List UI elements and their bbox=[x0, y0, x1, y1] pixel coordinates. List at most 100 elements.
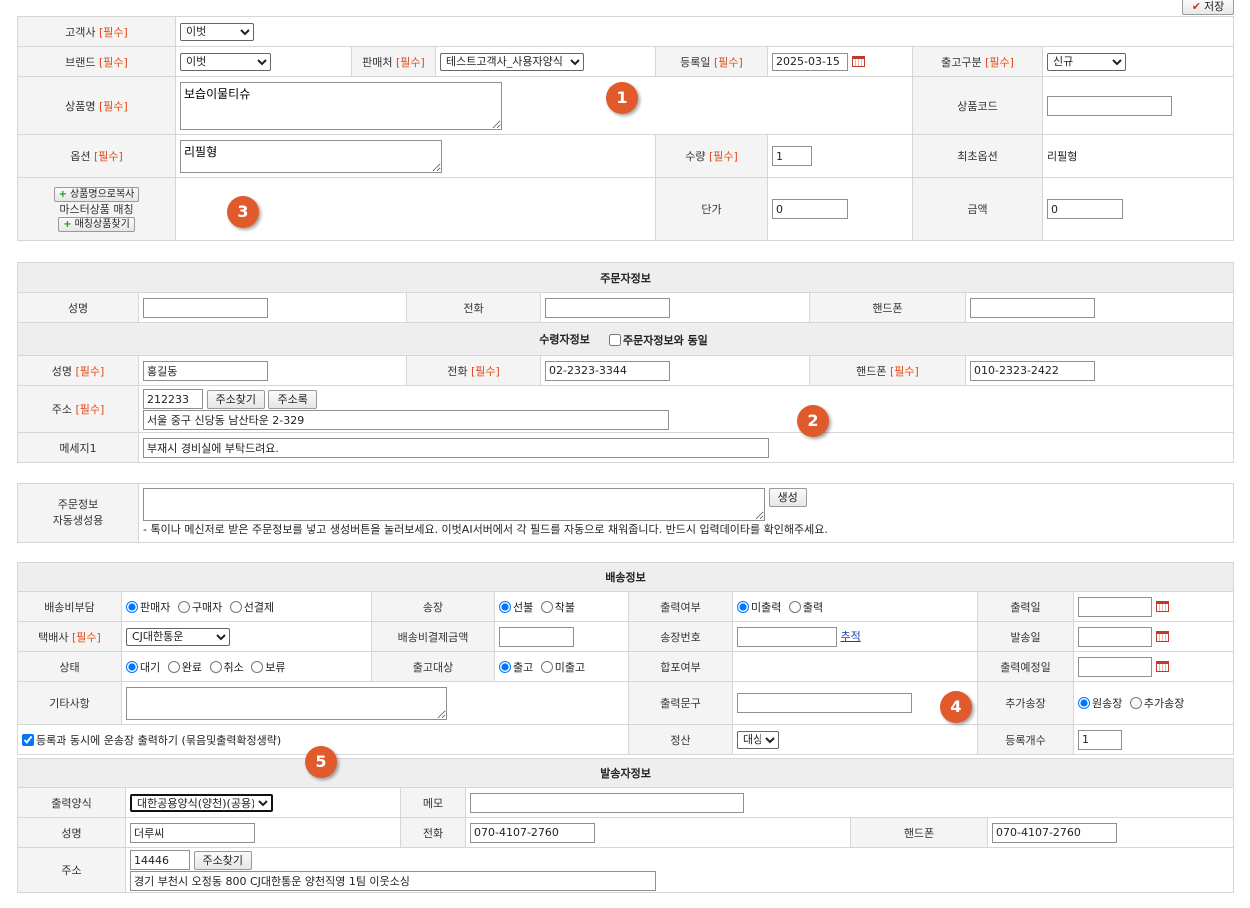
fee-amount-label: 배송비결제금액 bbox=[371, 621, 495, 652]
track-link[interactable]: 추적 bbox=[841, 630, 861, 643]
option-textarea[interactable]: 리필형 bbox=[180, 139, 442, 173]
check-icon: ✔ bbox=[1191, 0, 1201, 13]
sender-name-input[interactable] bbox=[130, 822, 255, 843]
first-option-value: 리필형 bbox=[1041, 134, 1235, 178]
outtype-select[interactable]: 신규 bbox=[1047, 52, 1126, 71]
auto-print-checkbox[interactable]: 등록과 동시에 운송장 출력하기 (묶음및출력확정생략) bbox=[22, 732, 281, 748]
option-label: 옵션 [필수] bbox=[17, 134, 176, 178]
autogen-generate-button[interactable]: 생성 bbox=[768, 487, 807, 507]
orderer-phone-label: 전화 bbox=[406, 292, 541, 323]
out-target-radio-group: 출고 미출고 bbox=[494, 651, 629, 682]
plus-icon: + bbox=[58, 188, 67, 200]
reg-count-input[interactable] bbox=[1078, 729, 1122, 750]
autogen-form: 주문정보 자동생성용 생성 - 톡이나 메신저로 받은 주문정보를 넣고 생성버튼… bbox=[17, 483, 1234, 543]
extra-radio-additional[interactable]: 추가송장 bbox=[1129, 695, 1184, 711]
receiver-name-label: 성명 [필수] bbox=[17, 355, 139, 386]
master-match-cell: + 상품명으로복사 마스터상품 매칭 + 매칭상품찾기 bbox=[17, 177, 176, 241]
brand-select[interactable]: 이벗 bbox=[180, 52, 271, 71]
fee-radio-seller[interactable]: 판매자 bbox=[126, 599, 170, 615]
print-radio-group: 미출력 출력 bbox=[732, 591, 978, 622]
sender-mobile-input[interactable] bbox=[992, 822, 1117, 843]
receiver-msg-input[interactable] bbox=[143, 437, 769, 458]
status-radio-waiting[interactable]: 대기 bbox=[126, 659, 160, 675]
product-code-label: 상품코드 bbox=[912, 76, 1043, 135]
fee-radio-buyer[interactable]: 구매자 bbox=[177, 599, 222, 615]
autogen-hint: - 톡이나 메신저로 받은 주문정보를 넣고 생성버튼을 눌러보세요. 이벗AI… bbox=[143, 522, 828, 536]
invoice-radio-prepaid[interactable]: 선불 bbox=[499, 599, 533, 615]
invoice-radio-cod[interactable]: 착불 bbox=[540, 599, 575, 615]
planned-date-input[interactable] bbox=[1078, 656, 1152, 677]
memo-input[interactable] bbox=[470, 792, 744, 813]
sender-phone-input[interactable] bbox=[470, 822, 595, 843]
send-date-input[interactable] bbox=[1078, 626, 1152, 647]
receiver-addr-find-button[interactable]: 주소찾기 bbox=[206, 389, 265, 409]
settle-label: 정산 bbox=[628, 724, 733, 755]
memo-label: 메모 bbox=[400, 787, 466, 818]
amount-input[interactable] bbox=[1047, 199, 1123, 219]
seller-select[interactable]: 테스트고객사_사용자양식 bbox=[440, 52, 584, 71]
qty-label: 수량 [필수] bbox=[655, 134, 768, 178]
courier-select[interactable]: CJ대한통운 bbox=[126, 627, 230, 646]
annotation-badge-5: 5 bbox=[305, 746, 337, 778]
sender-addr-find-button[interactable]: 주소찾기 bbox=[193, 850, 252, 870]
receiver-addr-book-button[interactable]: 주소록 bbox=[268, 389, 317, 409]
etc-textarea[interactable] bbox=[126, 686, 447, 720]
save-button[interactable]: ✔ 저장 bbox=[1182, 0, 1234, 15]
fee-radio-prepaid[interactable]: 선결제 bbox=[229, 599, 274, 615]
status-radio-cancel[interactable]: 취소 bbox=[209, 659, 244, 675]
calendar-icon[interactable] bbox=[852, 56, 865, 67]
receiver-phone-label: 전화 [필수] bbox=[406, 355, 541, 386]
orderer-mobile-input[interactable] bbox=[970, 297, 1095, 318]
courier-label: 택배사 [필수] bbox=[17, 621, 122, 652]
fee-radio-group: 판매자 구매자 선결제 bbox=[121, 591, 372, 622]
status-radio-hold[interactable]: 보류 bbox=[251, 659, 286, 675]
autogen-textarea[interactable] bbox=[143, 487, 765, 521]
invoice-label: 송장 bbox=[371, 591, 495, 622]
customer-select[interactable]: 이벗 bbox=[180, 22, 254, 41]
receiver-phone-input[interactable] bbox=[545, 360, 670, 381]
sender-addr-input[interactable] bbox=[130, 871, 656, 891]
orderer-name-input[interactable] bbox=[143, 297, 268, 318]
fee-amount-input[interactable] bbox=[499, 626, 574, 647]
product-form: 고객사 [필수] 이벗 브랜드 [필수] 이벗 판매처 [필수] 테스트고객사_… bbox=[17, 16, 1235, 241]
orderer-name-label: 성명 bbox=[17, 292, 139, 323]
calendar-icon[interactable] bbox=[1156, 661, 1169, 672]
print-phrase-input[interactable] bbox=[737, 693, 912, 713]
annotation-badge-1: 1 bbox=[606, 82, 638, 114]
print-radio-printed[interactable]: 출력 bbox=[788, 599, 823, 615]
status-radio-done[interactable]: 완료 bbox=[167, 659, 202, 675]
fee-label: 배송비부담 bbox=[17, 591, 122, 622]
format-select[interactable]: 대한공용양식(양천)(공용) bbox=[130, 793, 273, 812]
regdate-input[interactable] bbox=[772, 52, 848, 71]
product-code-input[interactable] bbox=[1047, 95, 1172, 116]
reg-count-label: 등록개수 bbox=[977, 724, 1074, 755]
extra-invoice-label: 추가송장 bbox=[977, 681, 1074, 725]
customer-label: 고객사 [필수] bbox=[17, 16, 176, 47]
product-name-label: 상품명 [필수] bbox=[17, 76, 176, 135]
settle-select[interactable]: 대상 bbox=[737, 730, 779, 749]
receiver-mobile-input[interactable] bbox=[970, 360, 1095, 381]
receiver-zip-input[interactable] bbox=[143, 389, 203, 409]
receiver-name-input[interactable] bbox=[143, 360, 268, 381]
out-target-radio-out[interactable]: 출고 bbox=[499, 659, 533, 675]
qty-input[interactable] bbox=[772, 146, 812, 166]
print-date-label: 출력일 bbox=[977, 591, 1074, 622]
product-name-textarea[interactable]: 보습이물티슈 bbox=[180, 81, 502, 130]
print-date-input[interactable] bbox=[1078, 596, 1152, 617]
regdate-label: 등록일 [필수] bbox=[655, 46, 768, 77]
print-radio-unprinted[interactable]: 미출력 bbox=[737, 599, 781, 615]
copy-name-button[interactable]: + 상품명으로복사 bbox=[53, 186, 140, 202]
find-match-button[interactable]: + 매칭상품찾기 bbox=[58, 217, 135, 232]
calendar-icon[interactable] bbox=[1156, 631, 1169, 642]
same-as-orderer-checkbox[interactable]: 주문자정보와 동일 bbox=[609, 332, 708, 348]
outtype-label: 출고구분 [필수] bbox=[912, 46, 1043, 77]
orderer-phone-input[interactable] bbox=[545, 297, 670, 318]
calendar-icon[interactable] bbox=[1156, 601, 1169, 612]
out-target-radio-not-out[interactable]: 미출고 bbox=[540, 659, 585, 675]
invoice-no-input[interactable] bbox=[737, 626, 837, 647]
extra-radio-original[interactable]: 원송장 bbox=[1078, 695, 1122, 711]
unit-price-input[interactable] bbox=[772, 199, 848, 219]
invoice-no-label: 송장번호 bbox=[628, 621, 733, 652]
receiver-addr-input[interactable] bbox=[143, 410, 669, 430]
sender-zip-input[interactable] bbox=[130, 850, 190, 870]
